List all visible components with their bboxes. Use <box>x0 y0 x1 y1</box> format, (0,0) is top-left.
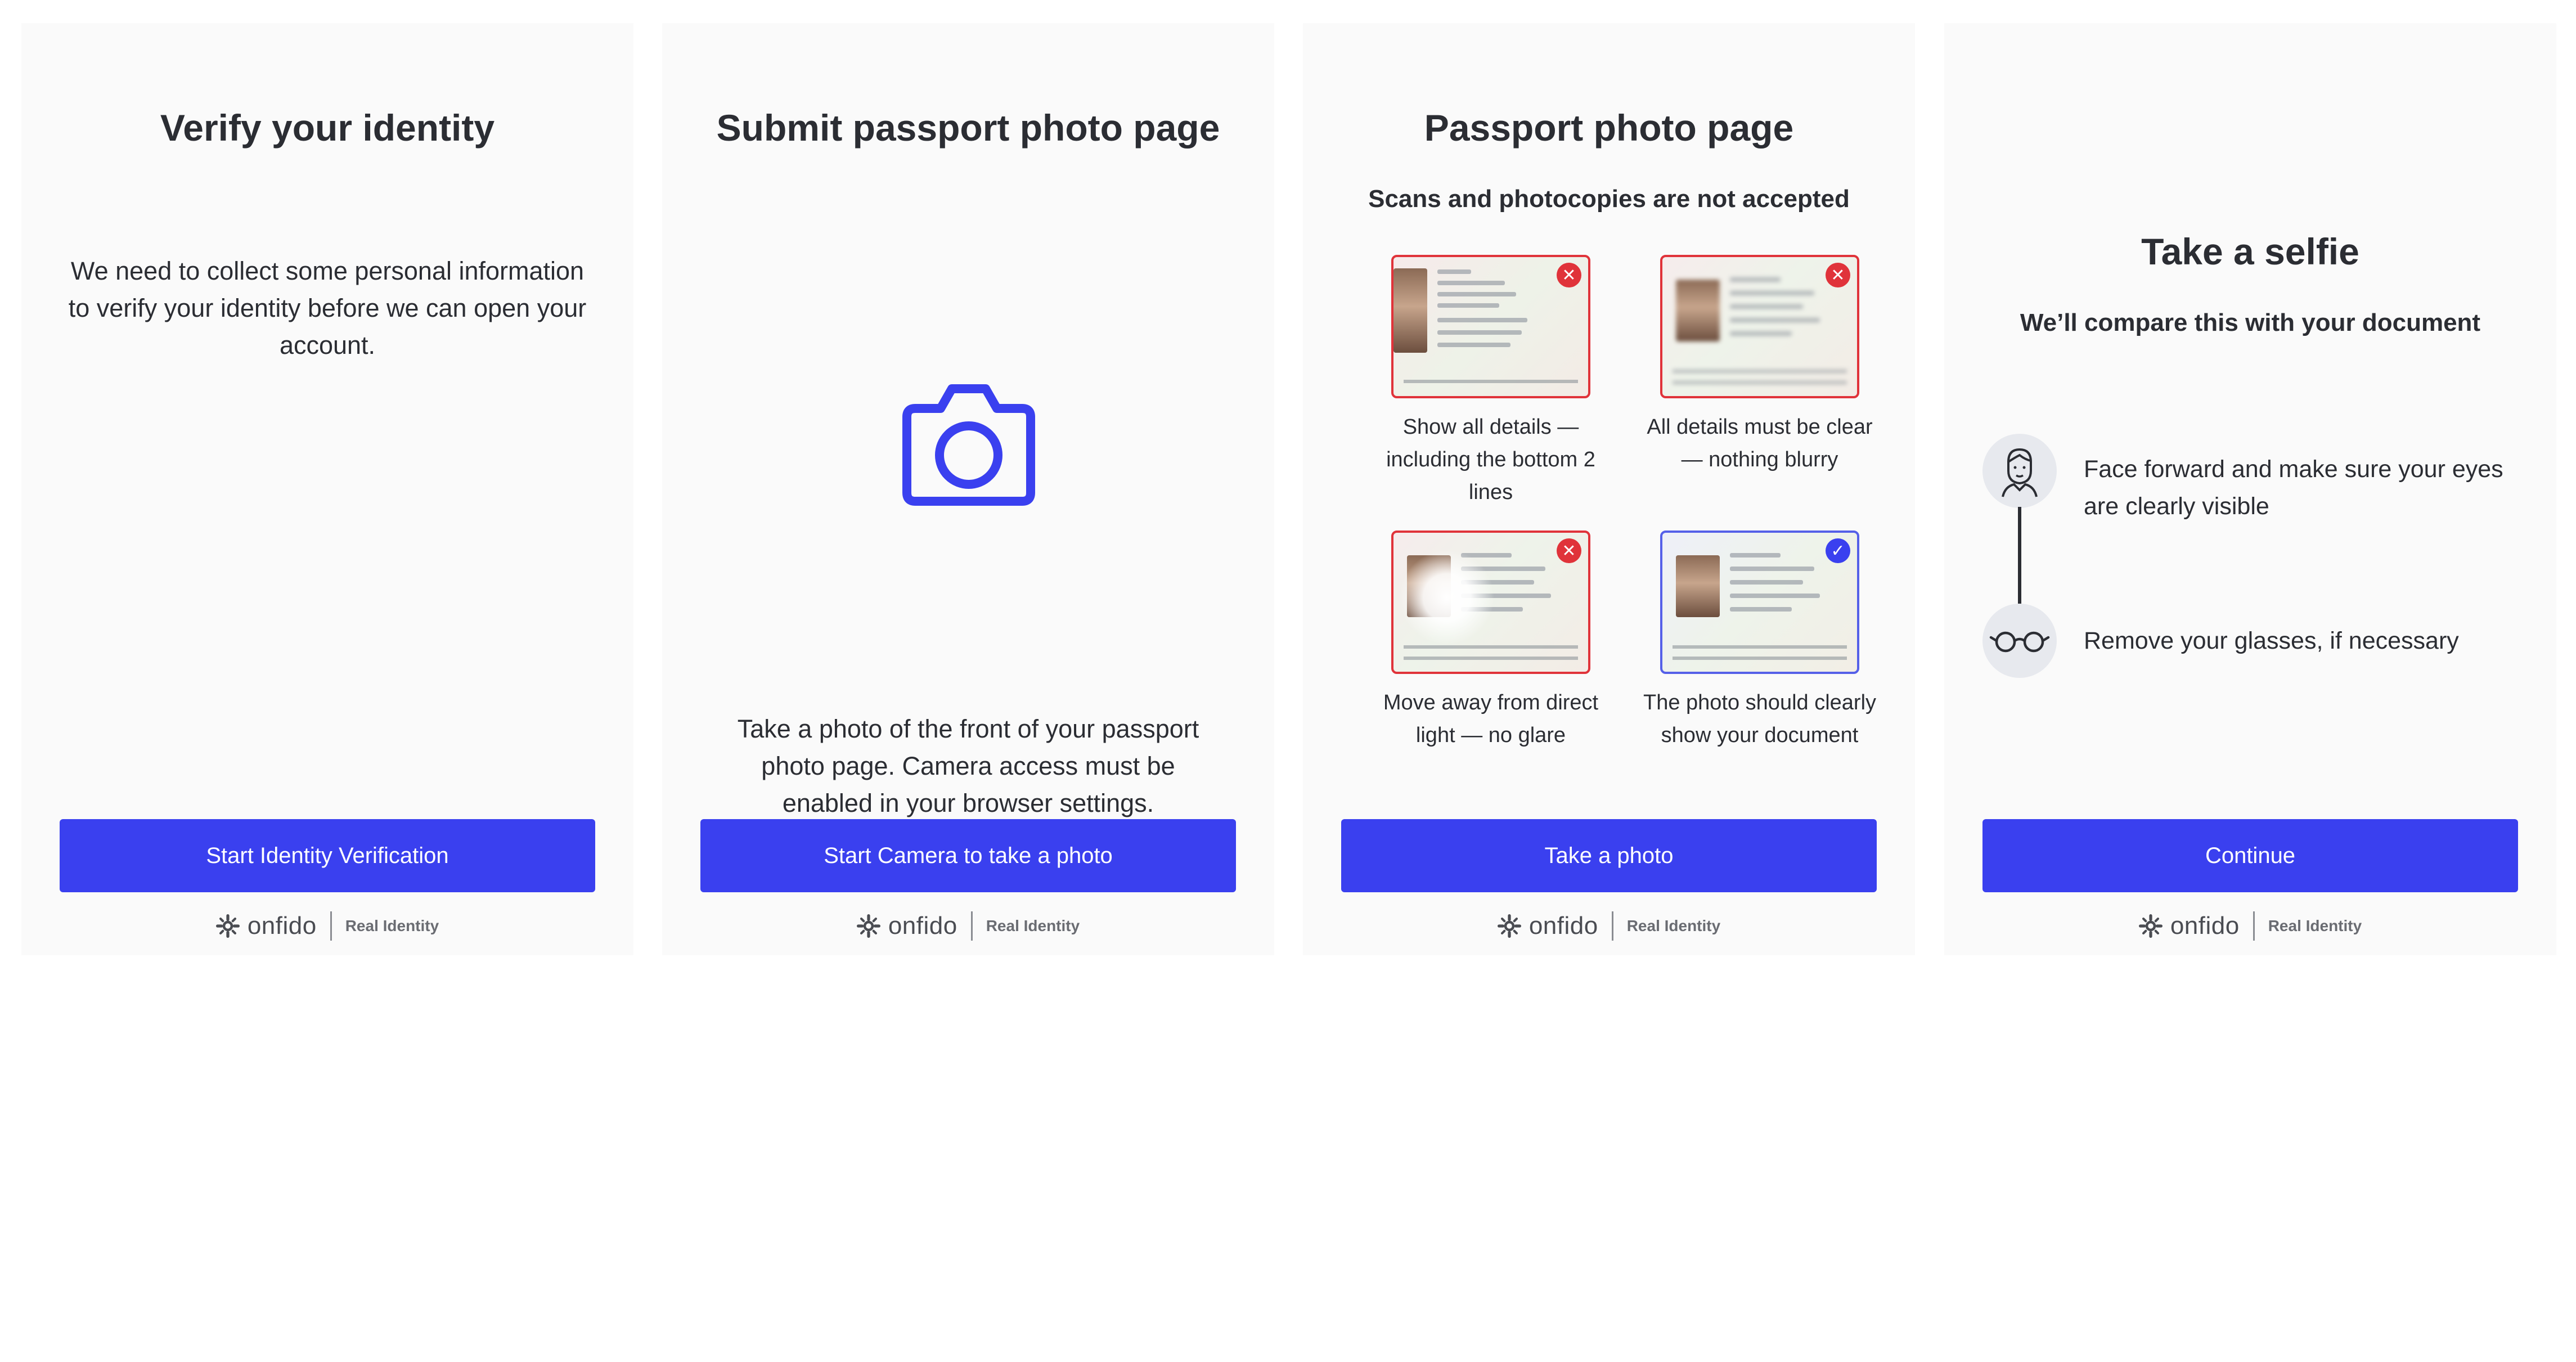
brand-divider <box>330 911 332 941</box>
onfido-logo-icon <box>216 914 240 938</box>
example-good: ✓ The photo should clearly show your doc… <box>1642 531 1878 752</box>
verify-identity-screen: Verify your identity We need to collect … <box>21 23 633 955</box>
page-title: Submit passport photo page <box>716 107 1220 149</box>
example-caption: All details must be clear — nothing blur… <box>1647 415 1873 471</box>
passport-example-image: ✕ <box>1391 531 1590 674</box>
take-photo-button[interactable]: Take a photo <box>1341 819 1877 892</box>
brand-footer: onfido Real Identity <box>1944 911 2556 941</box>
brand-footer: onfido Real Identity <box>1303 911 1915 941</box>
intro-text: We need to collect some personal informa… <box>68 257 587 359</box>
page-subtitle: We’ll compare this with your document <box>2020 309 2481 336</box>
glasses-icon <box>1982 604 2057 678</box>
brand-tagline: Real Identity <box>1626 917 1721 934</box>
error-badge-icon: ✕ <box>1557 263 1581 287</box>
page-title: Take a selfie <box>2141 231 2359 272</box>
example-caption: Show all details — including the bottom … <box>1386 415 1595 504</box>
submit-passport-screen: Submit passport photo page Take a photo … <box>662 23 1274 955</box>
page-title: Verify your identity <box>160 107 495 149</box>
brand-tagline: Real Identity <box>345 917 439 934</box>
brand-divider <box>970 911 973 941</box>
passport-example-image: ✕ <box>1391 255 1590 398</box>
tip-remove-glasses: Remove your glasses, if necessary <box>2084 627 2459 654</box>
face-icon <box>1982 434 2057 508</box>
tips-connector <box>2018 507 2021 604</box>
example-blurry: ✕ All details must be clear — nothing bl… <box>1642 255 1878 476</box>
onfido-logo-icon <box>2139 914 2163 938</box>
page-title: Passport photo page <box>1424 107 1794 149</box>
continue-button[interactable]: Continue <box>1982 819 2518 892</box>
brand-wordmark: onfido <box>888 912 957 940</box>
example-cropped: ✕ Show all details — including the botto… <box>1373 255 1609 509</box>
brand-wordmark: onfido <box>2170 912 2240 940</box>
brand-wordmark: onfido <box>247 912 317 940</box>
passport-guidance-screen: Passport photo page Scans and photocopie… <box>1303 23 1915 955</box>
onfido-logo-icon <box>857 914 880 938</box>
brand-divider <box>1611 911 1613 941</box>
brand-tagline: Real Identity <box>2268 917 2362 934</box>
error-badge-icon: ✕ <box>1557 538 1581 563</box>
error-badge-icon: ✕ <box>1826 263 1850 287</box>
tip-face-forward: Face forward and make sure your eyes are… <box>2084 456 2503 520</box>
start-identity-verification-button[interactable]: Start Identity Verification <box>60 819 595 892</box>
brand-footer: onfido Real Identity <box>662 911 1274 941</box>
brand-footer: onfido Real Identity <box>21 911 633 941</box>
example-caption: Move away from direct light — no glare <box>1383 691 1599 747</box>
brand-wordmark: onfido <box>1528 912 1598 940</box>
brand-tagline: Real Identity <box>986 917 1080 934</box>
camera-icon <box>896 377 1042 513</box>
page-subtitle: Scans and photocopies are not accepted <box>1368 185 1850 213</box>
passport-example-image: ✕ <box>1660 255 1859 398</box>
start-camera-button[interactable]: Start Camera to take a photo <box>700 819 1236 892</box>
selfie-intro-screen: Take a selfie We’ll compare this with yo… <box>1944 23 2556 955</box>
onfido-logo-icon <box>1498 914 1521 938</box>
brand-divider <box>2253 911 2255 941</box>
check-badge-icon: ✓ <box>1826 538 1850 563</box>
example-caption: The photo should clearly show your docum… <box>1643 691 1877 747</box>
example-glare: ✕ Move away from direct light — no glare <box>1373 531 1609 752</box>
instructions-text: Take a photo of the front of your passpo… <box>737 714 1199 817</box>
passport-example-image: ✓ <box>1660 531 1859 674</box>
